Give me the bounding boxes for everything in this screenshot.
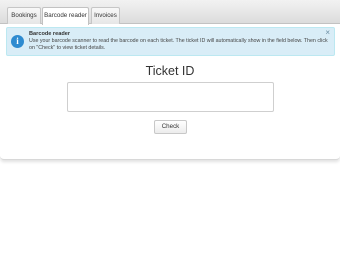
tab-bar: Bookings Barcode reader Invoices (0, 0, 340, 25)
close-icon[interactable]: × (325, 28, 330, 37)
ticket-id-input[interactable] (67, 82, 274, 112)
info-icon: i (11, 35, 24, 48)
tab-invoices[interactable]: Invoices (91, 7, 120, 24)
tab-bookings[interactable]: Bookings (7, 7, 41, 24)
tab-barcode-reader[interactable]: Barcode reader (42, 7, 89, 25)
page-title: Ticket ID (145, 64, 195, 78)
alert-title: Barcode reader (29, 31, 71, 37)
alert-text: Use your barcode scanner to read the bar… (29, 38, 328, 51)
info-alert: i Barcode reader Use your barcode scanne… (6, 27, 335, 56)
check-button[interactable]: Check (154, 120, 187, 134)
main-panel: Bookings Barcode reader Invoices i Barco… (0, 0, 340, 160)
